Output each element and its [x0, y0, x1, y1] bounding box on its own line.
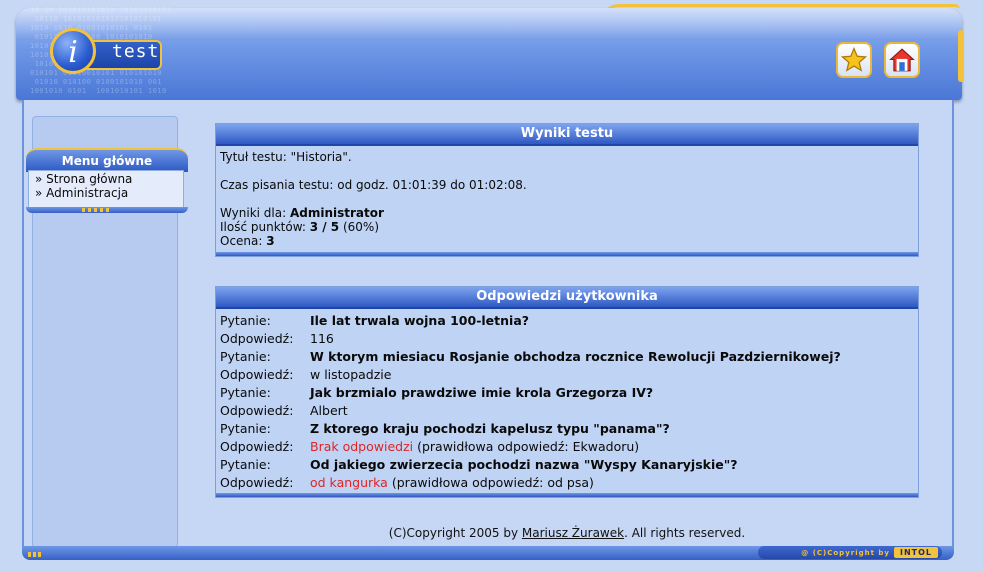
- answers-panel: Odpowiedzi użytkownika Pytanie: Ile lat t…: [215, 286, 919, 498]
- question-text: Od jakiego zwierzecia pochodzi nazwa "Wy…: [310, 456, 738, 472]
- badge-text: @ (C)Copyright by: [801, 548, 890, 557]
- grade-label: Ocena:: [220, 234, 267, 248]
- question-text: Jak brzmialo prawdziwe imie krola Grzego…: [310, 384, 654, 400]
- answer-row: Odpowiedź: Brak odpowiedzi (prawidłowa od…: [218, 437, 843, 455]
- answer-text: Brak odpowiedzi: [310, 438, 414, 454]
- question-row: Pytanie: Od jakiego zwierzecia pochodzi n…: [218, 455, 843, 473]
- answer-label: Odpowiedź:: [220, 330, 294, 346]
- question-label: Pytanie:: [220, 456, 271, 472]
- answers-table: Pytanie: Ile lat trwala wojna 100-letnia?…: [218, 311, 843, 491]
- answer-label: Odpowiedź:: [220, 438, 294, 454]
- answers-footer-bar: [216, 493, 918, 497]
- answers-title: Odpowiedzi użytkownika: [216, 287, 918, 309]
- menu-bottom: [26, 207, 188, 213]
- home-icon: [889, 48, 915, 72]
- answer-cell: Brak odpowiedzi (prawidłowa odpowiedź: E…: [308, 437, 843, 455]
- question-row: Pytanie: Ile lat trwala wojna 100-letnia?: [218, 311, 843, 329]
- answer-row: Odpowiedź: od kangurka (prawidłowa odpowi…: [218, 473, 843, 491]
- question-label: Pytanie:: [220, 348, 271, 364]
- menu-list: » Strona główna » Administracja: [28, 170, 184, 208]
- answer-row: Odpowiedź: w listopadzie: [218, 365, 843, 383]
- question-label: Pytanie:: [220, 312, 271, 328]
- answer-label: Odpowiedź:: [220, 474, 294, 490]
- star-icon: [841, 47, 867, 72]
- points-label: Ilość punktów:: [220, 220, 310, 234]
- question-label: Pytanie:: [220, 384, 271, 400]
- copyright-text: (C)Copyright 2005 by Mariusz Żurawek. Al…: [215, 526, 919, 540]
- grade-line: Ocena: 3: [220, 234, 914, 248]
- answer-label: Odpowiedź:: [220, 402, 294, 418]
- results-footer-bar: [216, 252, 918, 256]
- logo-icon: i: [50, 28, 96, 74]
- answer-row: Odpowiedź: Albert: [218, 401, 843, 419]
- author-link[interactable]: Mariusz Żurawek: [522, 526, 624, 540]
- home-button[interactable]: [884, 42, 920, 78]
- points-value: 3 / 5: [309, 220, 340, 234]
- question-text: Ile lat trwala wojna 100-letnia?: [310, 312, 530, 328]
- answer-text: 116: [310, 330, 334, 346]
- answer-row: Odpowiedź: 116: [218, 329, 843, 347]
- question-row: Pytanie: Z ktorego kraju pochodzi kapelus…: [218, 419, 843, 437]
- copyright-badge: @ (C)Copyright by INTOL: [758, 546, 942, 559]
- header-accent: [958, 30, 964, 82]
- correct-answer-text: (prawidłowa odpowiedź: Ekwadoru): [413, 438, 640, 454]
- question-text: W ktorym miesiacu Rosjanie obchodza rocz…: [310, 348, 841, 364]
- results-for-value: Administrator: [289, 206, 384, 220]
- results-for-line: Wyniki dla: Administrator: [220, 206, 914, 220]
- answer-cell: w listopadzie: [308, 365, 843, 383]
- results-for-label: Wyniki dla:: [220, 206, 290, 220]
- points-line: Ilość punktów: 3 / 5 (60%): [220, 220, 914, 234]
- answer-cell: od kangurka (prawidłowa odpowiedź: od ps…: [308, 473, 843, 491]
- favorites-button[interactable]: [836, 42, 872, 78]
- logo-text: test: [112, 41, 160, 62]
- test-title-line: Tytuł testu: "Historia".: [220, 150, 352, 164]
- menu-item-home[interactable]: » Strona główna: [35, 172, 177, 186]
- points-percent: (60%): [339, 220, 380, 234]
- answer-text: od kangurka: [310, 474, 388, 490]
- menu-item-admin[interactable]: » Administracja: [35, 186, 177, 200]
- time-line: Czas pisania testu: od godz. 01:01:39 do…: [220, 178, 527, 192]
- copyright-suffix: . All rights reserved.: [624, 526, 746, 540]
- grade-value: 3: [266, 234, 275, 248]
- answer-text: w listopadzie: [310, 366, 392, 382]
- footer-dots: [28, 552, 41, 557]
- menu-title: Menu główne: [26, 148, 188, 172]
- results-body: Tytuł testu: "Historia". Czas pisania te…: [216, 146, 918, 252]
- answer-text: Albert: [310, 402, 348, 418]
- correct-answer-text: (prawidłowa odpowiedź: od psa): [387, 474, 594, 490]
- main-menu: Menu główne » Strona główna » Administra…: [26, 146, 188, 214]
- question-row: Pytanie: Jak brzmialo prawdziwe imie krol…: [218, 383, 843, 401]
- copyright-prefix: (C)Copyright 2005 by: [388, 526, 522, 540]
- answer-cell: 116: [308, 329, 843, 347]
- question-label: Pytanie:: [220, 420, 271, 436]
- answer-label: Odpowiedź:: [220, 366, 294, 382]
- results-title: Wyniki testu: [216, 124, 918, 146]
- results-panel: Wyniki testu Tytuł testu: "Historia". Cz…: [215, 123, 919, 257]
- answer-cell: Albert: [308, 401, 843, 419]
- badge-brand: INTOL: [893, 547, 938, 558]
- question-text: Z ktorego kraju pochodzi kapelusz typu "…: [310, 420, 670, 436]
- question-row: Pytanie: W ktorym miesiacu Rosjanie obcho…: [218, 347, 843, 365]
